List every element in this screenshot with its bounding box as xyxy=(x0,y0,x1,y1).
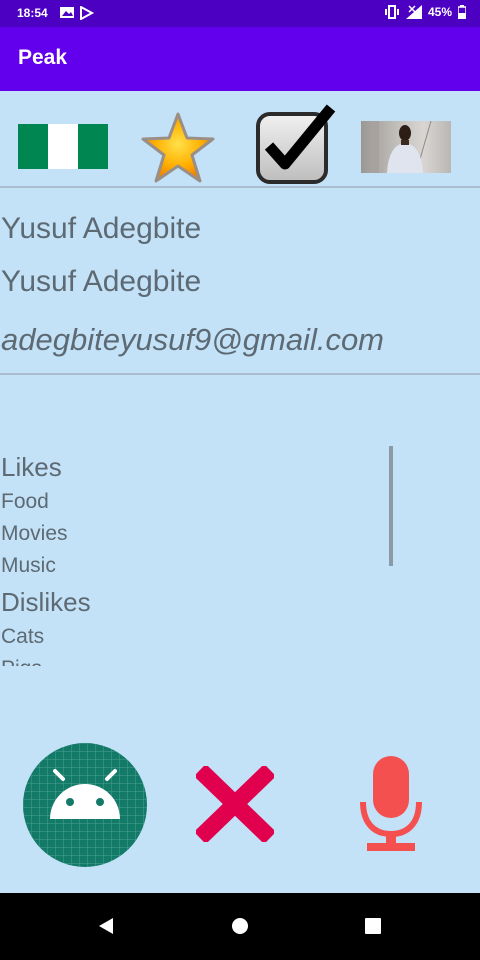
battery-icon xyxy=(458,5,466,19)
list-scrollbar[interactable] xyxy=(389,446,393,566)
divider-top xyxy=(0,186,480,188)
checkbox-checked-icon[interactable] xyxy=(255,104,337,188)
profile-photo[interactable] xyxy=(361,121,451,173)
preferences-list[interactable]: Likes Food Movies Music Dislikes Cats Pi… xyxy=(0,446,400,666)
status-notification-icons xyxy=(60,5,100,23)
status-time: 18:54 xyxy=(17,6,48,20)
recents-button[interactable] xyxy=(365,918,381,938)
app-title: Peak xyxy=(18,46,68,69)
home-button[interactable] xyxy=(231,917,249,939)
nigeria-flag-icon[interactable] xyxy=(18,124,108,169)
vibrate-icon xyxy=(384,5,399,19)
likes-header: Likes xyxy=(1,452,62,482)
status-bar: 18:54 45% xyxy=(0,0,480,27)
app-bar: Peak xyxy=(0,27,480,91)
bottom-button-row xyxy=(0,740,480,870)
star-icon[interactable] xyxy=(140,111,216,189)
likes-item: Music xyxy=(1,554,56,577)
profile-name-secondary: Yusuf Adegbite xyxy=(1,265,202,298)
battery-percent: 45% xyxy=(427,5,452,19)
dislikes-item: Pigs xyxy=(1,657,42,666)
dislikes-header: Dislikes xyxy=(1,587,91,617)
likes-item: Movies xyxy=(1,522,68,545)
back-button[interactable] xyxy=(97,917,115,939)
divider-middle xyxy=(0,373,480,375)
microphone-icon[interactable] xyxy=(359,754,423,858)
close-icon[interactable] xyxy=(193,763,277,846)
dislikes-item: Cats xyxy=(1,625,45,648)
profile-name: Yusuf Adegbite xyxy=(1,212,202,245)
status-system-icons: 45% xyxy=(384,5,466,19)
likes-item: Food xyxy=(1,490,49,513)
signal-icon xyxy=(405,5,422,19)
android-icon[interactable] xyxy=(23,743,147,871)
profile-email: adegbiteyusuf9@gmail.com xyxy=(1,322,385,357)
navigation-bar xyxy=(0,893,480,960)
